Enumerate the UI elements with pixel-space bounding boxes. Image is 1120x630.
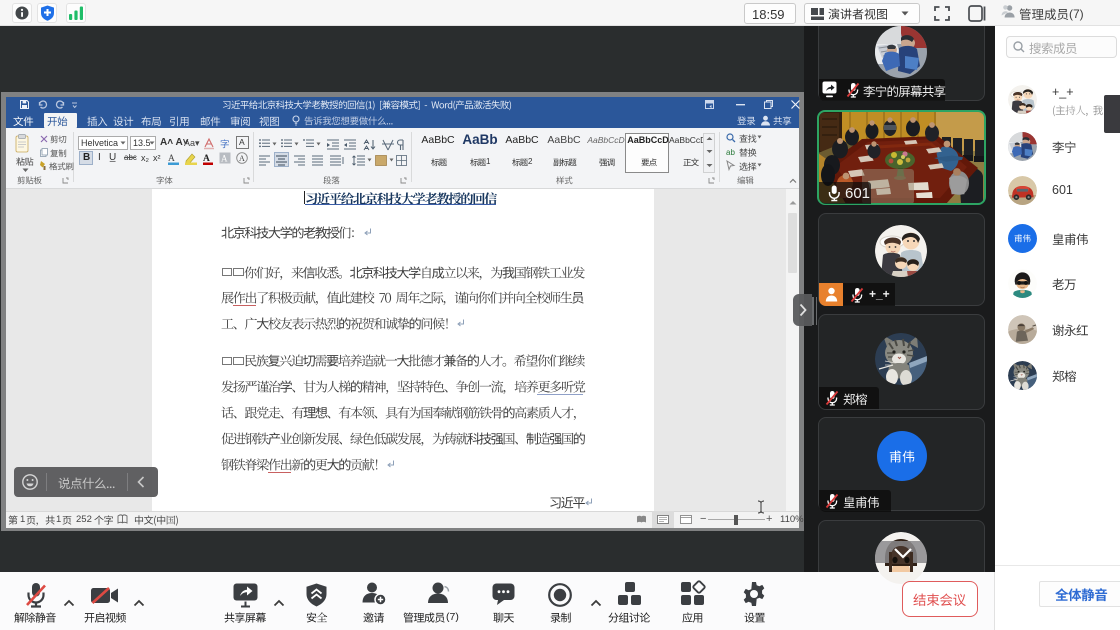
svg-text:A: A: [239, 154, 245, 163]
svg-text:ab: ab: [726, 148, 735, 157]
svg-text:A: A: [221, 154, 228, 164]
